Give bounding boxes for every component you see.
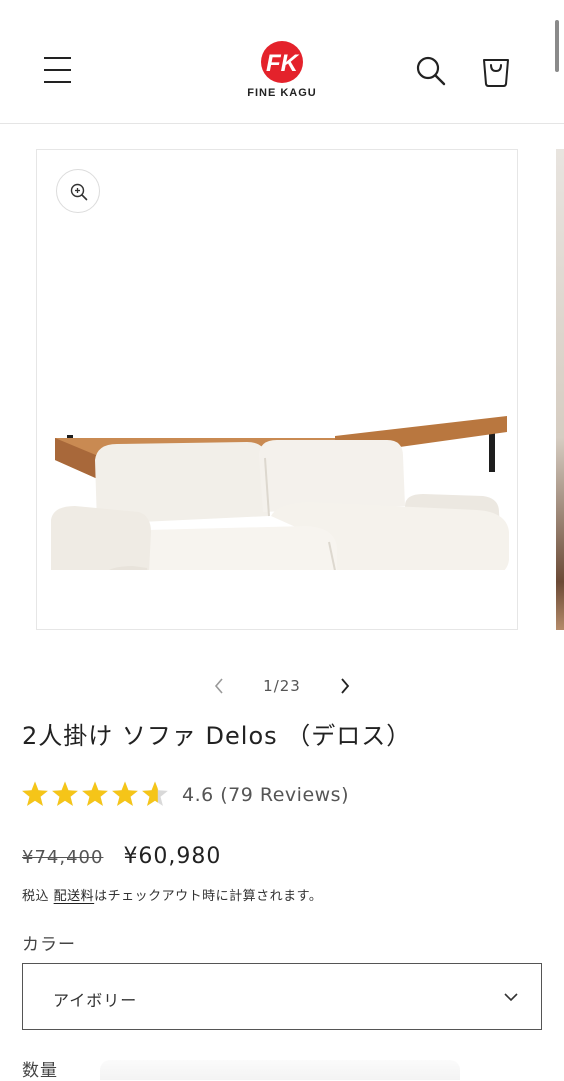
cart-icon[interactable] (480, 54, 512, 88)
compare-at-price: ¥74,400 (22, 847, 104, 868)
checkout-calc-text: はチェックアウト時に計算されます。 (94, 889, 323, 904)
search-icon[interactable] (415, 55, 447, 87)
sofa-product-image (51, 416, 509, 570)
brand-logo[interactable]: FK FINE KAGU (240, 40, 324, 102)
slide-counter: 1/23 (263, 677, 301, 695)
logo-monogram: FK (266, 50, 300, 77)
logo-mark: FK (261, 41, 303, 83)
rating-summary[interactable]: 4.6 (79 Reviews) (182, 784, 349, 806)
quantity-stepper[interactable] (100, 1060, 460, 1080)
zoom-in-icon (70, 183, 88, 201)
chevron-left-icon[interactable] (205, 674, 233, 698)
shipping-link[interactable]: 配送料 (54, 889, 95, 904)
scrollbar-thumb[interactable] (555, 20, 559, 72)
chevron-down-icon (504, 993, 518, 1002)
star-icon (82, 781, 108, 806)
tax-included-text: 税込 (22, 889, 54, 904)
next-image-peek[interactable] (556, 149, 564, 630)
hamburger-menu-icon[interactable] (44, 57, 72, 83)
brand-name: FINE KAGU (247, 87, 317, 99)
price-row: ¥74,400 ¥60,980 (22, 844, 221, 874)
chevron-right-icon[interactable] (331, 674, 359, 698)
color-option-label: カラー (22, 935, 76, 955)
color-select-value: アイボリー (53, 991, 138, 1010)
site-header: FK FINE KAGU (0, 0, 564, 124)
tax-shipping-note: 税込 配送料はチェックアウト時に計算されます。 (22, 885, 322, 904)
sale-price: ¥60,980 (123, 844, 222, 869)
product-title: 2人掛け ソファ Delos （デロス） (22, 722, 412, 750)
star-icon (52, 781, 78, 806)
zoom-button[interactable] (56, 169, 100, 213)
product-image-frame[interactable] (36, 149, 518, 630)
color-select[interactable]: アイボリー (22, 963, 542, 1030)
star-icon (112, 781, 138, 806)
star-rating (22, 781, 168, 806)
star-icon (22, 781, 48, 806)
gallery-slider-nav: 1/23 (0, 668, 564, 702)
quantity-label: 数量 (22, 1061, 58, 1081)
